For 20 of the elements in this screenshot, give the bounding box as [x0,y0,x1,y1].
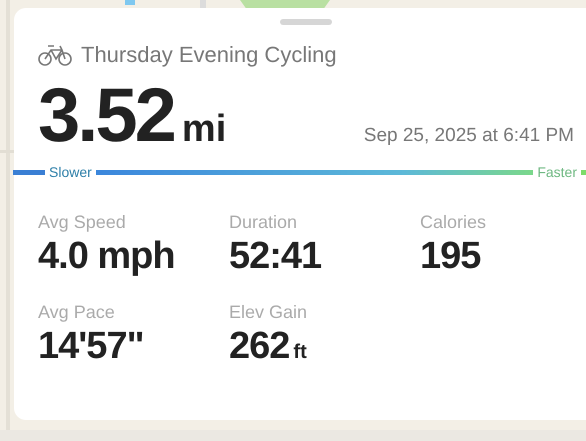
workout-title: Thursday Evening Cycling [81,42,337,68]
drag-handle[interactable] [280,19,332,25]
stat-label: Avg Pace [38,302,116,323]
stat-label: Duration [229,212,298,233]
stat-value: 52:41 [229,235,322,278]
bicycle-icon [38,44,72,66]
distance-value: 3.52 [38,76,174,156]
distance-unit: mi [182,108,226,151]
stat-label: Calories [420,212,488,233]
stat-label: Avg Speed [38,212,127,233]
workout-date: Sep 25, 2025 at 6:41 PM [364,125,574,147]
slower-label: Slower [49,164,92,180]
speed-bar [13,170,45,174]
stat-unit: ft [293,341,307,364]
stat-value: 195 [420,235,480,278]
stat-value: 262 [229,325,290,368]
faster-label: Faster [537,164,577,180]
stat-value: 4.0 mph [38,235,175,278]
stat-label: Elev Gain [229,302,308,323]
stat-value: 14'57" [38,325,144,368]
